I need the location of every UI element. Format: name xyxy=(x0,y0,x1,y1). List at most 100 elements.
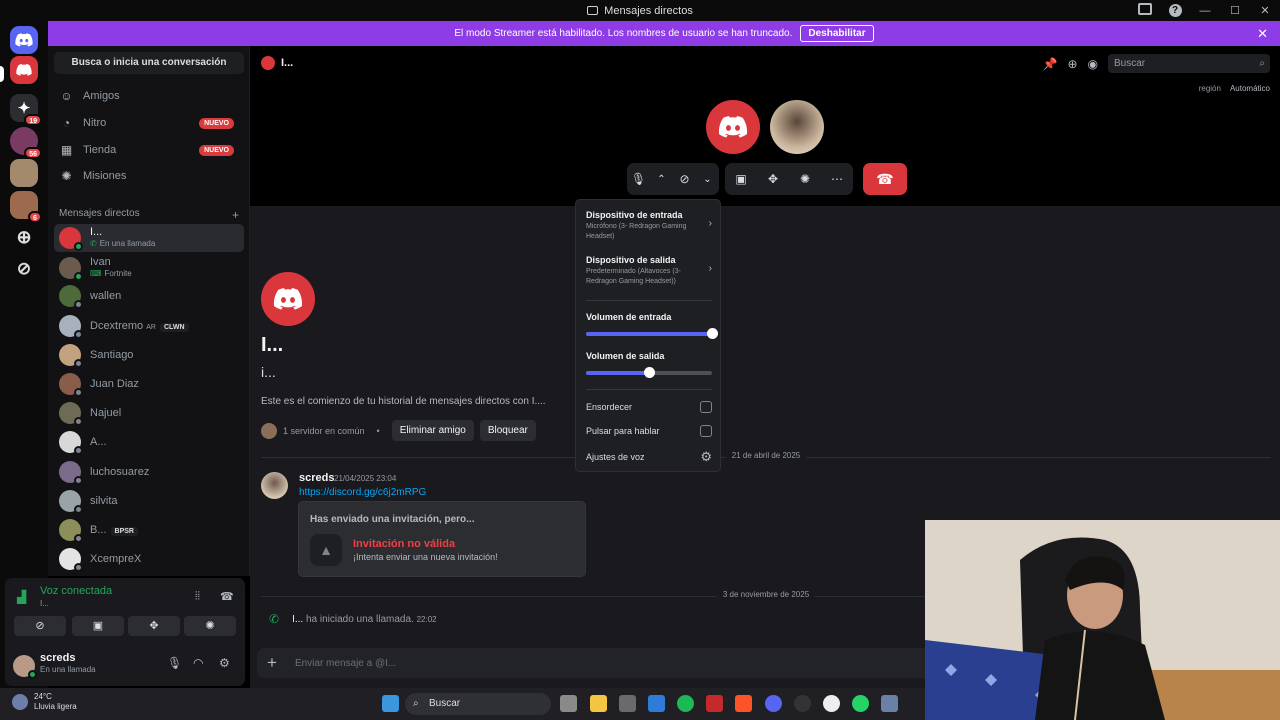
minimize-button[interactable]: — xyxy=(1190,5,1220,17)
maximize-button[interactable]: ☐ xyxy=(1220,4,1250,17)
create-dm-icon[interactable]: + xyxy=(232,208,239,222)
attach-plus-icon[interactable]: + xyxy=(267,653,277,673)
help-icon[interactable]: ? xyxy=(1160,4,1190,17)
avatar xyxy=(59,257,83,281)
dm-item[interactable]: Santiago xyxy=(54,341,244,369)
new-badge: NUEVO xyxy=(199,144,234,156)
server-2[interactable]: 56 xyxy=(10,127,42,159)
camera-toggle-button[interactable]: ⊘ xyxy=(14,616,66,636)
add-friends-icon[interactable]: ⊕ xyxy=(1067,57,1077,71)
spotify-icon[interactable] xyxy=(677,695,694,712)
window-icon xyxy=(587,6,599,15)
voice-settings-option[interactable]: Ajustes de voz ⚙ xyxy=(586,449,712,465)
close-window-button[interactable]: ✕ xyxy=(1250,4,1280,17)
ptt-checkbox[interactable] xyxy=(700,425,712,437)
settings-app-icon[interactable] xyxy=(881,695,898,712)
chevron-down-icon[interactable]: ⌄ xyxy=(696,174,719,185)
server-1[interactable]: ✦ 19 xyxy=(10,94,42,126)
message-author[interactable]: screds xyxy=(299,472,334,484)
deafen-checkbox[interactable] xyxy=(700,401,712,413)
dm-item[interactable]: Juan Diaz xyxy=(54,370,244,398)
participant-avatar[interactable] xyxy=(706,100,760,154)
chrome-icon[interactable] xyxy=(794,695,811,712)
inbox-icon[interactable] xyxy=(1130,3,1160,18)
more-options-icon[interactable]: ⋯ xyxy=(826,172,849,186)
dm-item[interactable]: Ivan ⌨ Fortnite xyxy=(54,254,244,282)
call-tools: ▣ ✥ ✺ ⋯ xyxy=(725,163,853,195)
remove-friend-button[interactable]: Eliminar amigo xyxy=(391,420,474,441)
disable-streamer-button[interactable]: Deshabilitar xyxy=(800,25,874,42)
input-device-item[interactable]: Dispositivo de entrada Micrófono (3- Red… xyxy=(586,210,712,242)
output-volume-slider[interactable] xyxy=(586,367,712,378)
disconnect-icon[interactable]: ☎ xyxy=(220,590,234,603)
input-volume-slider[interactable] xyxy=(586,328,718,339)
dm-item[interactable]: XcempreX xyxy=(54,545,244,573)
whatsapp-icon[interactable] xyxy=(852,695,869,712)
participant-avatar[interactable] xyxy=(770,100,824,154)
screen-share-icon[interactable]: ▣ xyxy=(730,172,753,186)
avatar xyxy=(59,315,83,339)
search-input[interactable]: Buscar ⌕ xyxy=(1108,54,1270,73)
close-banner-icon[interactable]: ✕ xyxy=(1257,26,1268,42)
dm-item[interactable]: silvita xyxy=(54,487,244,515)
pin-icon[interactable]: 📌 xyxy=(1043,57,1058,71)
chevron-up-icon[interactable]: ⌃ xyxy=(650,174,673,185)
dm-call-server[interactable] xyxy=(10,56,38,84)
explore-icon[interactable]: ⊘ xyxy=(10,255,38,283)
brave-icon[interactable] xyxy=(735,695,752,712)
signal-icon[interactable]: ▟ xyxy=(17,590,26,604)
deafen-option[interactable]: Ensordecer xyxy=(586,401,712,413)
message-composer[interactable]: + Enviar mensaje a @I... xyxy=(257,648,937,678)
discord-icon[interactable] xyxy=(765,695,782,712)
noise-suppression-icon[interactable]: ⦙⦙ xyxy=(195,590,200,603)
avatar xyxy=(59,227,83,251)
microphone-icon[interactable]: 🎙 xyxy=(627,172,650,186)
task-view-icon[interactable] xyxy=(560,695,577,712)
dm-item[interactable]: luchosuarez xyxy=(54,458,244,486)
file-explorer-icon[interactable] xyxy=(590,695,607,712)
server-3[interactable] xyxy=(10,159,38,187)
nav-friends[interactable]: ☺ Amigos xyxy=(54,83,244,109)
soundboard-button[interactable]: ✺ xyxy=(184,616,236,636)
camera-off-icon[interactable]: ⊘ xyxy=(673,172,696,186)
chevron-right-icon: › xyxy=(708,218,712,229)
weather-widget[interactable]: 24°C Lluvia ligera xyxy=(12,692,77,712)
dm-item[interactable]: Dcextremo AR CLWN xyxy=(54,312,244,340)
avatar xyxy=(59,519,83,543)
invite-link[interactable]: https://discord.gg/c6j2mRPG xyxy=(299,487,426,498)
nav-nitro[interactable]: ◔ Nitro NUEVO xyxy=(54,110,244,136)
settings-gear-icon[interactable]: ⚙ xyxy=(219,656,230,670)
dm-item[interactable]: I... ✆ En una llamada xyxy=(54,224,244,252)
dm-item[interactable]: wallen xyxy=(54,282,244,310)
activities-icon[interactable]: ✥ xyxy=(762,172,785,186)
start-icon[interactable] xyxy=(382,695,399,712)
avatar[interactable] xyxy=(13,655,37,679)
dm-item[interactable]: A... xyxy=(54,428,244,456)
taskbar-search[interactable]: ⌕ Buscar xyxy=(405,693,551,715)
screen-share-button[interactable]: ▣ xyxy=(72,616,124,636)
find-conversation-button[interactable]: Busca o inicia una conversación xyxy=(54,52,244,74)
home-button[interactable] xyxy=(10,26,38,54)
avatar xyxy=(59,344,83,368)
hang-up-button[interactable]: ☎ xyxy=(863,163,907,195)
store-icon[interactable] xyxy=(619,695,636,712)
soundboard-icon[interactable]: ✺ xyxy=(794,172,817,186)
avatar[interactable] xyxy=(261,472,288,499)
add-server-icon[interactable]: ⊕ xyxy=(10,223,38,251)
output-device-item[interactable]: Dispositivo de salida Predeterminado (Al… xyxy=(586,255,712,287)
nav-shop[interactable]: ▦ Tienda NUEVO xyxy=(54,137,244,163)
region-selector[interactable]: región Automático xyxy=(1199,84,1270,93)
nav-quests[interactable]: ✺ Misiones xyxy=(54,163,244,189)
dm-item[interactable]: B... BPSR xyxy=(54,516,244,544)
headphones-icon[interactable]: ◠ xyxy=(193,656,203,670)
dm-item[interactable]: Najuel xyxy=(54,399,244,427)
microphone-icon[interactable]: 🎙 xyxy=(167,656,182,670)
block-button[interactable]: Bloquear xyxy=(479,420,536,441)
app-icon[interactable] xyxy=(648,695,665,712)
activities-button[interactable]: ✥ xyxy=(128,616,180,636)
user-profile-icon[interactable]: ◉ xyxy=(1088,57,1098,71)
obs-icon[interactable] xyxy=(823,695,840,712)
server-4[interactable]: 6 xyxy=(10,191,42,223)
game-app-icon[interactable] xyxy=(706,695,723,712)
push-to-talk-option[interactable]: Pulsar para hablar xyxy=(586,425,712,437)
